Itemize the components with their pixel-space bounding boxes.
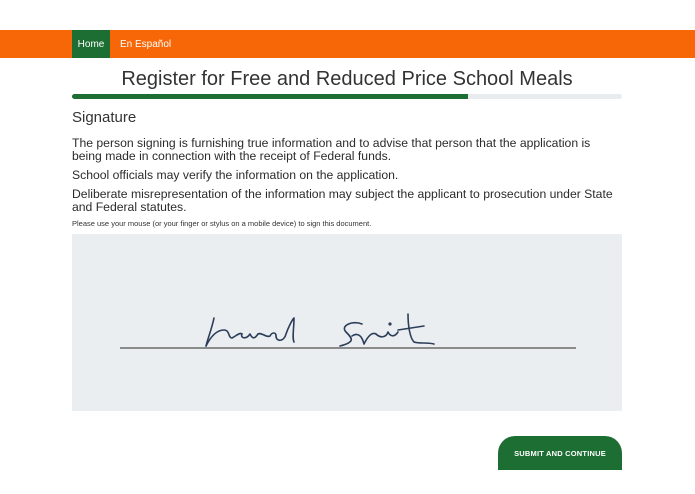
legal-paragraph-1: The person signing is furnishing true in…: [72, 136, 591, 163]
page-title: Register for Free and Reduced Price Scho…: [121, 68, 573, 90]
nav-spanish-link[interactable]: En Español: [120, 30, 171, 58]
signature-instruction: Please use your mouse (or your finger or…: [72, 219, 372, 228]
signature-strokes: [205, 313, 435, 347]
top-nav-bar: Home En Español: [0, 30, 695, 58]
signature-drawing: [120, 313, 576, 349]
legal-paragraph-2: School officials may verify the informat…: [72, 168, 399, 182]
submit-and-continue-button[interactable]: SUBMIT AND CONTINUE: [498, 436, 622, 470]
nav-home-link[interactable]: Home: [72, 30, 110, 58]
progress-bar: [72, 94, 622, 99]
section-heading: Signature: [72, 109, 137, 126]
legal-paragraph-3: Deliberate misrepresentation of the info…: [72, 187, 613, 214]
signature-pad[interactable]: [72, 234, 622, 411]
progress-bar-fill: [72, 94, 468, 99]
